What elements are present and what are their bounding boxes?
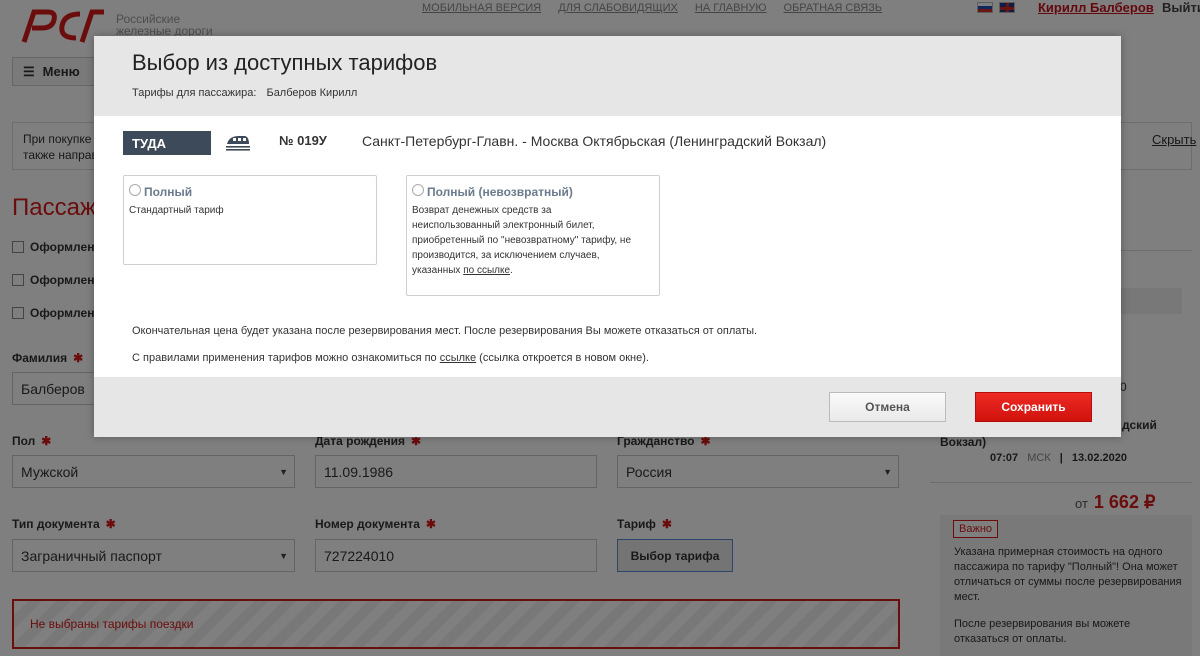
modal-header: Выбор из доступных тарифов Тарифы для па… bbox=[94, 36, 1121, 116]
tariff-desc-line: неиспользованный электронный билет, bbox=[412, 220, 595, 231]
save-button[interactable]: Сохранить bbox=[975, 392, 1092, 422]
rules-note: С правилами применения тарифов можно озн… bbox=[132, 352, 649, 364]
tariff-desc-line: Возврат денежных средств за bbox=[412, 205, 552, 216]
modal-title: Выбор из доступных тарифов bbox=[132, 50, 438, 75]
tariff-rules-link[interactable]: ссылке bbox=[440, 352, 476, 364]
tariff-desc-line: производится, за исключением случаев, bbox=[412, 250, 600, 261]
tariff-option-full[interactable]: Полный Стандартный тариф bbox=[123, 175, 377, 265]
tariff-desc-prefix: указанных bbox=[412, 265, 464, 276]
tariff-selection-modal: Выбор из доступных тарифов Тарифы для па… bbox=[94, 36, 1121, 437]
tariff-description: Возврат денежных средств за неиспользова… bbox=[412, 203, 631, 278]
tariff-desc-line: указанных по ссылке. bbox=[412, 263, 631, 278]
train-icon bbox=[226, 136, 250, 151]
tariff-description: Стандартный тариф bbox=[129, 205, 224, 216]
modal-footer: Отмена Сохранить bbox=[94, 377, 1121, 437]
modal-subtitle: Тарифы для пассажира: Балберов Кирилл bbox=[132, 87, 357, 99]
subtitle-label: Тарифы для пассажира: bbox=[132, 87, 257, 99]
tariff-name: Полный bbox=[144, 185, 193, 199]
cancel-button[interactable]: Отмена bbox=[829, 392, 946, 422]
passenger-name: Балберов Кирилл bbox=[266, 87, 358, 99]
train-number: № 019У bbox=[279, 133, 327, 148]
rules-prefix: С правилами применения тарифов можно озн… bbox=[132, 352, 440, 364]
tariff-option-nonrefundable[interactable]: Полный (невозвратный) Возврат денежных с… bbox=[406, 175, 660, 296]
direction-badge: ТУДА bbox=[123, 131, 211, 155]
tariff-desc-suffix: . bbox=[510, 265, 513, 276]
tariff-radio-nonrefundable[interactable] bbox=[412, 184, 424, 196]
train-route: Санкт-Петербург-Главн. - Москва Октябрьс… bbox=[362, 133, 827, 149]
tariff-radio-full[interactable] bbox=[129, 184, 141, 196]
rules-suffix: (ссылка откроется в новом окне). bbox=[476, 352, 649, 364]
tariff-terms-link[interactable]: по ссылке bbox=[463, 265, 510, 276]
tariff-name: Полный (невозвратный) bbox=[427, 185, 573, 199]
final-price-note: Окончательная цена будет указана после р… bbox=[132, 325, 758, 337]
tariff-desc-line: приобретенный по "невозвратному" тарифу,… bbox=[412, 235, 632, 246]
